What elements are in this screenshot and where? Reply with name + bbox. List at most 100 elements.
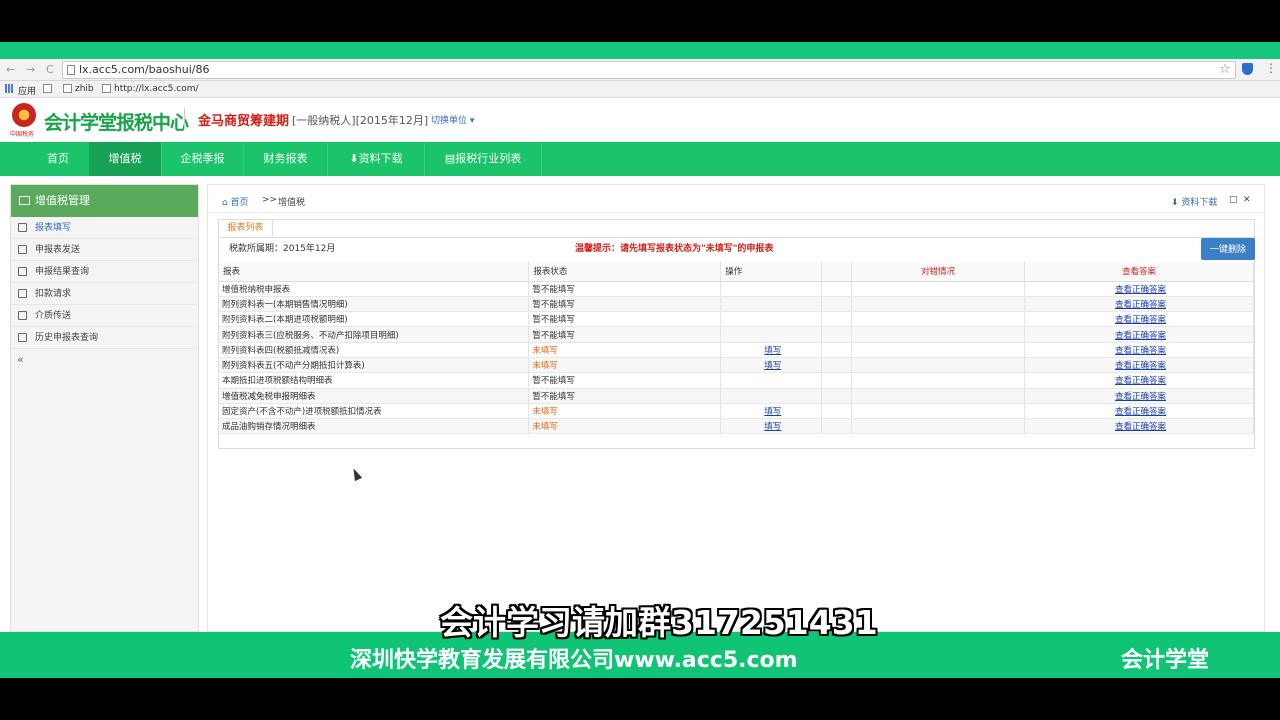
subtitle-caption: 会计学习请加群317251431 bbox=[440, 603, 878, 642]
close-icon[interactable]: ✕ bbox=[1243, 195, 1251, 205]
address-bar[interactable]: lx.acc5.com/baoshui/86 bbox=[62, 61, 1236, 79]
correctness-cell bbox=[851, 342, 1026, 358]
reload-icon[interactable]: C bbox=[46, 63, 54, 76]
correctness-cell bbox=[851, 388, 1026, 404]
browser-menu-icon[interactable]: ⋮ bbox=[1265, 61, 1277, 75]
correctness-cell bbox=[851, 296, 1026, 313]
divider bbox=[184, 108, 185, 130]
blank-cell bbox=[821, 281, 853, 297]
report-name: 附列资料表一(本期销售情况明细) bbox=[219, 296, 530, 313]
view-answer-link[interactable]: 查看正确答案 bbox=[1028, 405, 1253, 417]
answer-cell: 查看正确答案 bbox=[1024, 342, 1254, 358]
edit-icon bbox=[18, 245, 27, 254]
edit-icon bbox=[18, 223, 27, 232]
col-header-blank bbox=[821, 262, 853, 282]
view-answer-link[interactable]: 查看正确答案 bbox=[1028, 374, 1253, 386]
correctness-cell bbox=[851, 281, 1026, 297]
breadcrumb-home[interactable]: ⌂ 首页 bbox=[222, 195, 249, 208]
sidebar-item-history[interactable]: 历史申报表查询 bbox=[11, 327, 198, 349]
apps-grid-icon[interactable] bbox=[5, 84, 14, 93]
report-name: 增值税减免税申报明细表 bbox=[219, 388, 530, 404]
nav-downloads[interactable]: ⬇资料下载 bbox=[328, 142, 425, 176]
nav-industry-list[interactable]: ▤报税行业列表 bbox=[425, 142, 542, 176]
col-header-correctness: 对错情况 bbox=[851, 262, 1026, 282]
answer-cell: 查看正确答案 bbox=[1024, 357, 1254, 374]
fill-link[interactable]: 填写 bbox=[724, 420, 821, 432]
screen: ← → C lx.acc5.com/baoshui/86 ☆ ⋮ 应用 zhib… bbox=[0, 0, 1280, 720]
fill-link[interactable]: 填写 bbox=[724, 344, 821, 356]
sidebar-item-fill-report[interactable]: 报表填写 bbox=[11, 217, 198, 239]
fill-link[interactable]: 填写 bbox=[724, 405, 821, 417]
report-name: 固定资产(不含不动产)进项税额抵扣情况表 bbox=[219, 403, 530, 420]
nav-home[interactable]: 首页 bbox=[23, 142, 93, 176]
bookmark-acc5[interactable]: http://lx.acc5.com/ bbox=[114, 84, 199, 94]
url-text: lx.acc5.com/baoshui/86 bbox=[79, 63, 210, 76]
breadcrumb-current: 增值税 bbox=[278, 198, 306, 208]
bookmarks-bar: 应用 zhib http://lx.acc5.com/ bbox=[0, 81, 1280, 98]
nav-vat[interactable]: 增值税 bbox=[89, 142, 162, 176]
switch-unit-link[interactable]: 切换单位 ▾ bbox=[431, 113, 474, 126]
table-row: 增值税减免税申报明细表 暂不能填写 查看正确答案 bbox=[219, 388, 1254, 404]
correctness-cell bbox=[851, 372, 1026, 389]
answer-cell: 查看正确答案 bbox=[1024, 403, 1254, 420]
report-status: 暂不能填写 bbox=[528, 388, 722, 404]
blank-cell bbox=[821, 311, 853, 328]
report-action-cell: 填写 bbox=[720, 342, 823, 358]
table-row: 增值税纳税申报表 暂不能填写 查看正确答案 bbox=[219, 281, 1254, 297]
report-action-cell bbox=[720, 326, 823, 343]
download-link[interactable]: ⬇ 资料下载 bbox=[1171, 195, 1217, 208]
report-status: 暂不能填写 bbox=[528, 326, 722, 343]
blank-cell bbox=[821, 388, 853, 404]
view-answer-link[interactable]: 查看正确答案 bbox=[1028, 313, 1253, 325]
forward-arrow-icon[interactable]: → bbox=[26, 63, 35, 76]
view-answer-link[interactable]: 查看正确答案 bbox=[1028, 344, 1253, 356]
bookmark-page-icon bbox=[102, 84, 111, 93]
view-answer-link[interactable]: 查看正确答案 bbox=[1028, 390, 1253, 402]
site-header: 中国税务 会计学堂报税中心 金马商贸筹建期 [一般纳税人][2015年12月] … bbox=[0, 98, 1280, 142]
report-name: 附列资料表三(应税服务、不动产扣除项目明细) bbox=[219, 326, 530, 343]
table-row: 附列资料表五(不动产分期抵扣计算表) 未填写 填写 查看正确答案 bbox=[219, 357, 1254, 374]
extension-shield-icon[interactable] bbox=[1242, 63, 1253, 75]
answer-cell: 查看正确答案 bbox=[1024, 296, 1254, 313]
bookmark-zhib[interactable]: zhib bbox=[75, 84, 94, 94]
col-header-status: 报表状态 bbox=[528, 262, 722, 282]
tab-report-list[interactable]: 报表列表 bbox=[219, 220, 273, 237]
table-row: 固定资产(不含不动产)进项税额抵扣情况表 未填写 填写 查看正确答案 bbox=[219, 403, 1254, 420]
collapse-sidebar-icon[interactable]: « bbox=[11, 349, 198, 371]
view-answer-link[interactable]: 查看正确答案 bbox=[1028, 283, 1253, 295]
edit-icon bbox=[18, 267, 27, 276]
report-action-cell: 填写 bbox=[720, 403, 823, 420]
emblem-caption: 中国税务 bbox=[10, 131, 35, 138]
table-row: 附列资料表四(税额抵减情况表) 未填写 填写 查看正确答案 bbox=[219, 342, 1254, 358]
report-name: 本期抵扣进项税额结构明细表 bbox=[219, 372, 530, 389]
site-logo[interactable]: 会计学堂报税中心 bbox=[44, 108, 189, 135]
edit-icon bbox=[18, 289, 27, 298]
sidebar-item-result-query[interactable]: 申报结果查询 bbox=[11, 261, 198, 283]
sidebar-item-label: 报表填写 bbox=[35, 223, 72, 233]
bookmark-star-icon[interactable]: ☆ bbox=[1219, 62, 1231, 77]
view-answer-link[interactable]: 查看正确答案 bbox=[1028, 420, 1253, 432]
sidebar-item-send-report[interactable]: 申报表发送 bbox=[11, 239, 198, 261]
correctness-cell bbox=[851, 357, 1026, 374]
tax-emblem-icon bbox=[12, 103, 36, 127]
fill-link[interactable]: 填写 bbox=[724, 359, 821, 371]
view-answer-link[interactable]: 查看正确答案 bbox=[1028, 329, 1253, 341]
sidebar-item-deduction[interactable]: 扣款请求 bbox=[11, 283, 198, 305]
sidebar-item-media-transfer[interactable]: 介质传送 bbox=[11, 305, 198, 327]
nav-financial-reports[interactable]: 财务报表 bbox=[244, 142, 328, 176]
report-status: 暂不能填写 bbox=[528, 311, 722, 328]
bookmark-apps[interactable]: 应用 bbox=[18, 84, 36, 97]
answer-cell: 查看正确答案 bbox=[1024, 388, 1254, 404]
back-arrow-icon[interactable]: ← bbox=[6, 63, 15, 76]
report-status: 未填写 bbox=[528, 357, 722, 374]
main-nav: 首页 增值税 企税季报 财务报表 ⬇资料下载 ▤报税行业列表 bbox=[0, 142, 1280, 176]
view-answer-link[interactable]: 查看正确答案 bbox=[1028, 298, 1253, 310]
clear-all-button[interactable]: 一键删除 bbox=[1201, 238, 1255, 260]
view-answer-link[interactable]: 查看正确答案 bbox=[1028, 359, 1253, 371]
maximize-icon[interactable]: □ bbox=[1229, 195, 1238, 205]
nav-corp-tax[interactable]: 企税季报 bbox=[162, 142, 244, 176]
answer-cell: 查看正确答案 bbox=[1024, 326, 1254, 343]
col-header-action: 操作 bbox=[720, 262, 823, 282]
blank-cell bbox=[821, 296, 853, 313]
sidebar-item-label: 扣款请求 bbox=[35, 289, 72, 299]
